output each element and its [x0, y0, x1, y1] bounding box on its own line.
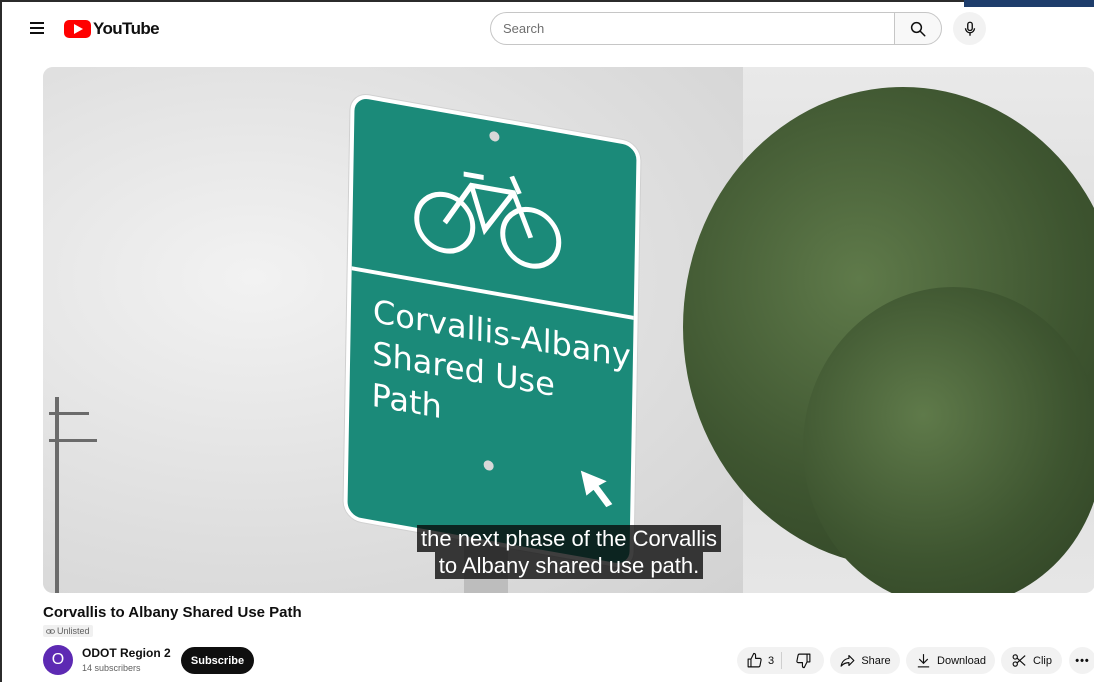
download-icon	[917, 654, 930, 668]
unlisted-badge: Unlisted	[43, 625, 93, 637]
search-bar	[490, 12, 942, 45]
like-button[interactable]: 3	[737, 647, 781, 674]
microphone-icon	[964, 21, 975, 36]
download-label: Download	[937, 654, 986, 667]
search-button[interactable]	[894, 12, 942, 45]
sign-bolt	[489, 130, 500, 143]
window-corner-accent	[964, 0, 1094, 7]
like-dislike-group: 3	[737, 647, 824, 674]
link-icon	[46, 628, 55, 634]
video-player[interactable]: Corvallis-Albany Shared Use Path the nex…	[43, 67, 1094, 593]
video-title: Corvallis to Albany Shared Use Path	[43, 604, 302, 621]
caption-line: the next phase of the Corvallis	[417, 525, 721, 552]
youtube-logo[interactable]: YouTube	[64, 19, 160, 39]
clip-button[interactable]: Clip	[1001, 647, 1062, 674]
dislike-button[interactable]	[782, 647, 824, 674]
share-label: Share	[861, 654, 891, 667]
utility-pole-crossbar	[49, 439, 97, 442]
share-button[interactable]: Share	[830, 647, 900, 674]
like-count: 3	[768, 654, 775, 667]
subscribe-button[interactable]: Subscribe	[181, 647, 254, 674]
thumbs-down-icon	[795, 653, 810, 669]
window-top-border	[0, 0, 1094, 5]
scissors-icon	[1012, 654, 1026, 667]
clip-label: Clip	[1033, 654, 1052, 667]
bicycle-icon	[414, 171, 562, 269]
voice-search-button[interactable]	[953, 12, 986, 45]
youtube-play-icon	[64, 20, 91, 38]
channel-name[interactable]: ODOT Region 2	[82, 646, 171, 660]
thumbs-up-icon	[747, 652, 762, 668]
sign-bolt	[483, 459, 494, 472]
arrow-icon	[580, 470, 613, 508]
utility-pole-crossbar	[49, 412, 89, 415]
share-icon	[840, 654, 855, 667]
closed-caption: the next phase of the Corvallis to Alban…	[43, 525, 1094, 579]
masthead: YouTube	[0, 8, 1094, 48]
search-icon	[910, 21, 926, 36]
search-input[interactable]	[490, 12, 895, 45]
channel-avatar[interactable]: O	[43, 645, 73, 675]
more-icon: •••	[1075, 654, 1090, 667]
caption-line: to Albany shared use path.	[434, 552, 704, 579]
bike-path-sign: Corvallis-Albany Shared Use Path	[343, 92, 641, 570]
more-actions-button[interactable]: •••	[1069, 647, 1094, 674]
sign-text: Corvallis-Albany Shared Use Path	[371, 290, 631, 461]
download-button[interactable]: Download	[906, 647, 995, 674]
avatar-initial: O	[51, 651, 65, 668]
youtube-logo-text: YouTube	[93, 19, 160, 38]
unlisted-label: Unlisted	[57, 626, 90, 636]
window-left-border	[0, 0, 2, 682]
hamburger-menu-icon[interactable]	[26, 18, 48, 38]
subscriber-count: 14 subscribers	[82, 663, 141, 673]
